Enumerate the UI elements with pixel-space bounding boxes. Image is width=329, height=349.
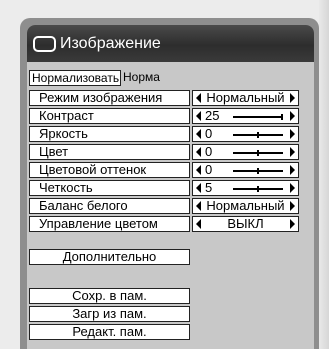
arrow-right-icon[interactable]	[290, 165, 295, 175]
setting-value-text: 5	[205, 180, 213, 195]
arrow-right-icon[interactable]	[290, 111, 295, 121]
slider-track[interactable]	[233, 114, 283, 120]
arrow-right-icon[interactable]	[290, 183, 295, 193]
slider-thumb[interactable]	[257, 132, 259, 138]
setting-label-color-management[interactable]: Управление цветом	[29, 216, 190, 232]
setting-value-text: 0	[205, 144, 213, 159]
monitor-icon	[33, 36, 56, 52]
setting-label-picture-mode[interactable]: Режим изображения	[29, 90, 190, 106]
arrow-left-icon[interactable]	[196, 111, 201, 121]
setting-value-brightness[interactable]: 0	[192, 126, 299, 142]
slider-thumb[interactable]	[281, 114, 283, 120]
setting-label-white-balance[interactable]: Баланс белого	[29, 198, 190, 214]
setting-label-sharpness[interactable]: Четкость	[29, 180, 190, 196]
setting-value-white-balance[interactable]: Нормальный	[192, 198, 299, 214]
arrow-left-icon[interactable]	[196, 129, 201, 139]
arrow-left-icon[interactable]	[196, 147, 201, 157]
slider-thumb[interactable]	[257, 186, 259, 192]
advanced-button[interactable]: Дополнительно	[29, 249, 190, 265]
setting-value-text: ВЫКЛ	[227, 216, 264, 231]
arrow-left-icon[interactable]	[196, 183, 201, 193]
setting-label-color[interactable]: Цвет	[29, 144, 190, 160]
setting-value-text: 0	[205, 126, 213, 141]
setting-value-color[interactable]: 0	[192, 144, 299, 160]
screen-bezel	[319, 0, 329, 349]
setting-label-tint[interactable]: Цветовой оттенок	[29, 162, 190, 178]
setting-value-text: 0	[205, 162, 213, 177]
tab-normal[interactable]: Норма	[123, 70, 160, 86]
setting-value-color-management[interactable]: ВЫКЛ	[192, 216, 299, 232]
setting-label-contrast[interactable]: Контраст	[29, 108, 190, 124]
setting-value-contrast[interactable]: 25	[192, 108, 299, 124]
setting-value-tint[interactable]: 0	[192, 162, 299, 178]
slider-thumb[interactable]	[257, 150, 259, 156]
save-memory-button[interactable]: Сохр. в пам.	[29, 288, 190, 304]
slider-track[interactable]	[233, 132, 283, 138]
arrow-left-icon[interactable]	[196, 165, 201, 175]
arrow-right-icon[interactable]	[290, 147, 295, 157]
setting-label-brightness[interactable]: Яркость	[29, 126, 190, 142]
setting-value-text: 25	[205, 108, 220, 123]
tab-normalize[interactable]: Нормализовать	[29, 70, 121, 86]
edit-memory-button[interactable]: Редакт. пам.	[29, 324, 190, 340]
setting-value-sharpness[interactable]: 5	[192, 180, 299, 196]
setting-value-text: Нормальный	[206, 90, 285, 105]
slider-thumb[interactable]	[257, 168, 259, 174]
arrow-right-icon[interactable]	[290, 129, 295, 139]
slider-track[interactable]	[233, 186, 283, 192]
menu-title: Изображение	[60, 35, 161, 52]
slider-track[interactable]	[233, 150, 283, 156]
setting-value-picture-mode[interactable]: Нормальный	[192, 90, 299, 106]
slider-track[interactable]	[233, 168, 283, 174]
load-memory-button[interactable]: Загр из пам.	[29, 306, 190, 322]
setting-value-text: Нормальный	[206, 198, 285, 213]
